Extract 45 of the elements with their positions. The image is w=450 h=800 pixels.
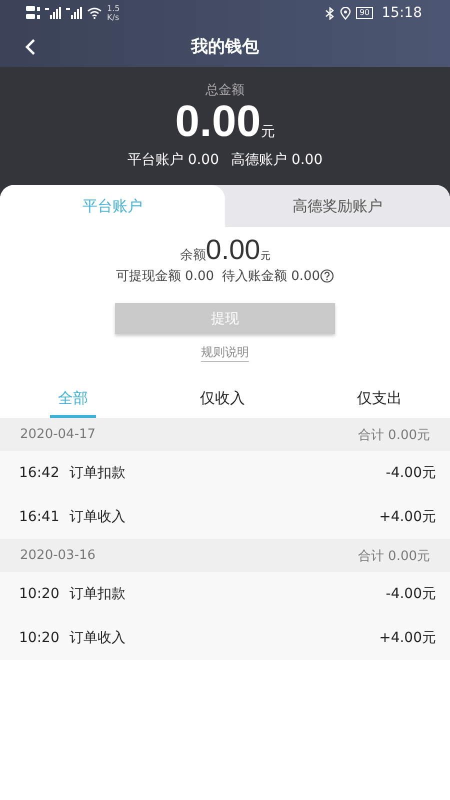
location-icon	[340, 6, 352, 20]
group-date: 2020-04-17	[20, 427, 96, 442]
transaction-row[interactable]: 16:41 订单收入 +4.00元	[0, 495, 450, 539]
help-icon[interactable]	[320, 269, 334, 283]
network-speed: 1.5	[107, 4, 120, 13]
currency-unit: 元	[260, 123, 275, 141]
clock-time: 15:18	[382, 5, 422, 21]
account-balance: 高德账户 0.00	[231, 151, 323, 169]
transaction-row[interactable]: 10:20 订单收入 +4.00元	[0, 616, 450, 660]
currency-unit: 元	[260, 250, 270, 263]
transaction-title: 订单收入	[69, 629, 126, 647]
transaction-time: 16:41	[19, 509, 60, 525]
transaction-row[interactable]: 16:42 订单扣款 -4.00元	[0, 451, 450, 495]
filter-tab[interactable]: 仅支出	[349, 382, 410, 418]
transaction-amount: -4.00元	[386, 464, 436, 482]
group-total: 合计 0.00元	[358, 426, 430, 444]
group-total: 合计 0.00元	[358, 548, 430, 564]
account-balance: 平台账户 0.00	[127, 151, 219, 169]
transaction-title: 订单收入	[69, 508, 126, 526]
network-speed-unit: K/s	[107, 13, 120, 22]
group-date: 2020-03-16	[20, 548, 96, 563]
balance-detail: 待入账金额 0.00	[222, 268, 320, 285]
balance-label: 余额	[180, 247, 206, 264]
total-label: 总金额	[206, 82, 244, 99]
transaction-amount: +4.00元	[379, 508, 436, 526]
transaction-title: 订单扣款	[69, 464, 126, 482]
rules-link[interactable]: 规则说明	[201, 344, 249, 362]
transaction-amount: -4.00元	[386, 585, 436, 603]
transaction-row[interactable]: 10:20 订单扣款 -4.00元	[0, 572, 450, 616]
transaction-time: 10:20	[19, 630, 60, 646]
wifi-icon	[87, 7, 102, 19]
balance-amount: 0.00	[206, 235, 260, 265]
transaction-amount: +4.00元	[379, 629, 436, 647]
balance-detail: 可提现金额 0.00	[116, 268, 214, 285]
battery-level: 90	[356, 7, 373, 19]
transaction-time: 10:20	[19, 586, 60, 602]
back-icon[interactable]	[24, 38, 36, 56]
transaction-time: 16:42	[19, 465, 60, 481]
transaction-title: 订单扣款	[69, 585, 126, 603]
total-amount: 0.00	[175, 99, 261, 145]
bluetooth-icon	[325, 6, 336, 20]
signal-icon	[66, 7, 82, 19]
page-title: 我的钱包	[191, 36, 259, 58]
filter-tab[interactable]: 仅收入	[192, 382, 253, 418]
signal-icon	[45, 7, 61, 19]
